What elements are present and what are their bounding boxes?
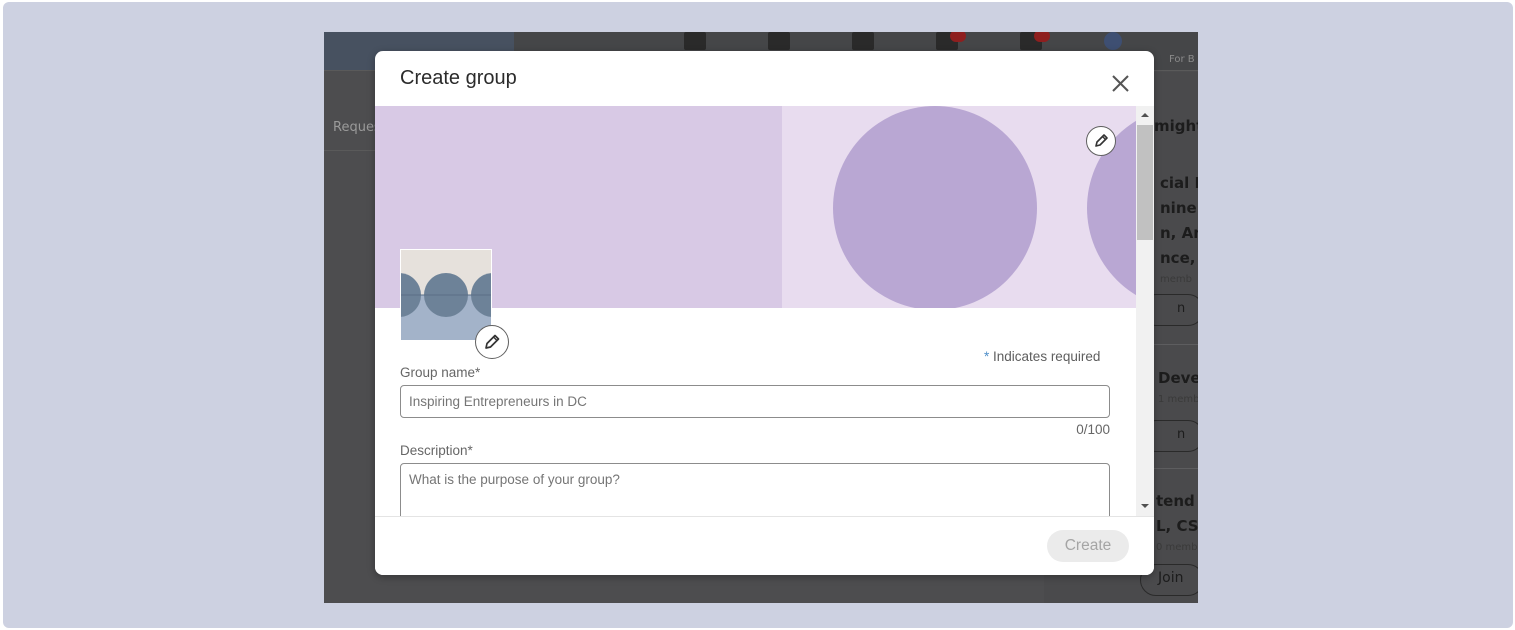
description-input[interactable]: [400, 463, 1110, 516]
cover-image-right-panel: [782, 106, 1136, 308]
group-title-line: L, CSS: [1156, 517, 1198, 535]
panel-heading: might: [1154, 117, 1198, 135]
modal-footer: Create: [375, 516, 1154, 575]
edit-logo-button[interactable]: [475, 325, 509, 359]
create-group-modal: Create group * Indicates required Group …: [375, 51, 1154, 575]
home-icon[interactable]: [684, 32, 706, 50]
group-title-line: nce, O: [1160, 249, 1198, 267]
group-title-line: nine L: [1160, 199, 1198, 217]
group-title-line: n, Ana: [1160, 224, 1198, 242]
cover-circle: [833, 106, 1037, 308]
group-name-counter: 0/100: [1076, 422, 1110, 437]
modal-title: Create group: [400, 67, 517, 89]
jobs-icon[interactable]: [852, 32, 874, 50]
group-member-count: memb: [1160, 274, 1192, 285]
group-title-line: Devel: [1158, 369, 1198, 387]
close-icon: [1112, 75, 1129, 92]
group-member-count: 0 memb: [1156, 542, 1198, 553]
join-label: n: [1177, 301, 1186, 316]
group-title-line: tend D: [1156, 492, 1198, 510]
group-name-input[interactable]: [400, 385, 1110, 418]
pencil-icon: [1095, 134, 1108, 147]
pencil-icon: [485, 334, 500, 349]
edit-cover-button[interactable]: [1086, 126, 1116, 156]
required-note-text: Indicates required: [993, 349, 1101, 364]
profile-avatar[interactable]: [1104, 32, 1122, 50]
for-business-link[interactable]: For B: [1169, 54, 1195, 65]
scroll-up-arrow-icon[interactable]: [1141, 113, 1149, 117]
join-label: n: [1177, 427, 1186, 442]
required-star: *: [984, 349, 990, 364]
scroll-thumb[interactable]: [1137, 125, 1153, 240]
modal-scrollbar[interactable]: [1136, 106, 1154, 516]
modal-header: Create group: [375, 51, 1154, 106]
requests-tab[interactable]: Reques: [333, 120, 381, 135]
my-network-icon[interactable]: [768, 32, 790, 50]
group-name-label: Group name*: [400, 365, 481, 380]
modal-scroll-content: * Indicates required Group name* 0/100 D…: [375, 106, 1136, 516]
close-button[interactable]: [1106, 68, 1136, 98]
description-label: Description*: [400, 443, 473, 458]
join-label: Join: [1158, 570, 1184, 586]
scroll-down-arrow-icon[interactable]: [1141, 504, 1149, 508]
create-button[interactable]: Create: [1047, 530, 1129, 562]
notifications-badge: [1034, 32, 1050, 42]
required-note: * Indicates required: [984, 349, 1100, 364]
messaging-badge: [950, 32, 966, 42]
group-title-line: cial In: [1160, 174, 1198, 192]
group-member-count: 1 memb: [1158, 394, 1198, 405]
